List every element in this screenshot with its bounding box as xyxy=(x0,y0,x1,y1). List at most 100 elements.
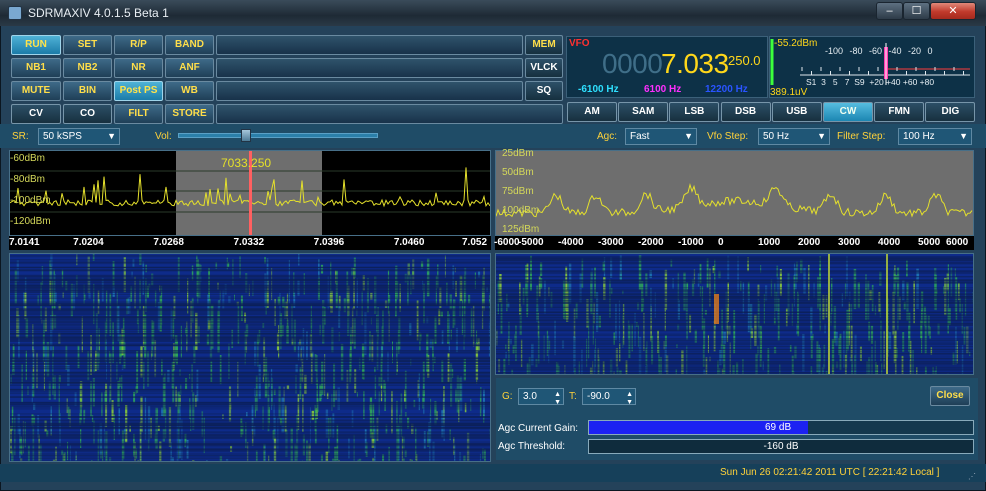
maximize-button[interactable]: ☐ xyxy=(903,2,930,20)
y-tick-label: -60dBm xyxy=(10,153,46,164)
y-tick-label: 50dBm xyxy=(502,167,534,178)
x-tick-label: 3000 xyxy=(838,237,861,248)
waterfall-left[interactable] xyxy=(9,253,491,462)
filter-step-value: 100 Hz xyxy=(903,131,935,142)
filt-button[interactable]: FILT xyxy=(114,104,163,124)
nb1-button[interactable]: NB1 xyxy=(11,58,61,78)
chevron-down-icon: ▼ xyxy=(107,131,116,141)
rp-button[interactable]: R/P xyxy=(114,35,163,55)
postps-button[interactable]: Post PS xyxy=(114,81,163,101)
vlck-button[interactable]: VLCK xyxy=(525,58,563,78)
frequency-hz[interactable]: 250.0 xyxy=(728,53,761,68)
y-tick-label: -100dBm xyxy=(10,195,51,206)
agc-threshold-label: Agc Threshold: xyxy=(498,441,566,452)
frequency-leading-digits: 0000 xyxy=(602,48,663,79)
vfo-label: VFO xyxy=(569,38,590,49)
x-tick-label: 2000 xyxy=(798,237,821,248)
sq-button[interactable]: SQ xyxy=(525,81,563,101)
title-bar[interactable]: SDRMAXIV 4.0.1.5 Beta 1 – ☐ ✕ xyxy=(0,0,986,26)
memory-slot-1[interactable] xyxy=(216,35,523,55)
mem-button[interactable]: MEM xyxy=(525,35,563,55)
agc-g-label: G: xyxy=(502,391,513,402)
app-icon xyxy=(8,6,22,20)
spin-down-icon[interactable]: ▼ xyxy=(554,395,561,410)
marker-frequency-label: 7033.250 xyxy=(221,156,272,170)
agc-label: Agc: xyxy=(597,131,618,142)
mode-button-fmn[interactable]: FMN xyxy=(874,102,925,122)
chevron-down-icon: ▼ xyxy=(959,131,968,141)
agc-close-button[interactable]: Close xyxy=(930,386,970,406)
x-tick-label: 4000 xyxy=(878,237,901,248)
bin-button[interactable]: BIN xyxy=(63,81,112,101)
sample-rate-dropdown[interactable]: 50 kSPS ▼ xyxy=(38,128,120,145)
x-tick-label: -6000 xyxy=(494,237,520,248)
x-tick-label: -5000 xyxy=(518,237,544,248)
memory-slot-3[interactable] xyxy=(216,81,523,101)
y-tick-label: -80dBm xyxy=(10,174,46,185)
wb-button[interactable]: WB xyxy=(165,81,214,101)
volume-slider-thumb[interactable] xyxy=(241,129,251,142)
set-button[interactable]: SET xyxy=(63,35,112,55)
x-tick-label: 7.0268 xyxy=(153,237,184,248)
x-tick-label: 1000 xyxy=(758,237,781,248)
vfo-step-label: Vfo Step: xyxy=(707,131,749,142)
x-tick-label: 5000 xyxy=(918,237,941,248)
x-tick-label: -1000 xyxy=(678,237,704,248)
store-button[interactable]: STORE xyxy=(165,104,214,124)
co-button[interactable]: CO xyxy=(63,104,112,124)
x-tick-label: 7.0396 xyxy=(313,237,345,248)
x-tick-label: 7.0141 xyxy=(9,237,40,248)
chevron-down-icon: ▼ xyxy=(817,131,826,141)
agc-g-spinner[interactable]: 3.0 ▲ ▼ xyxy=(518,388,564,406)
y-tick-label: 25dBm xyxy=(502,148,534,159)
y-tick-label: 75dBm xyxy=(502,186,534,197)
minimize-button[interactable]: – xyxy=(876,2,903,20)
vol-label: Vol: xyxy=(155,131,172,142)
volume-slider[interactable] xyxy=(178,133,378,138)
agc-gain-value: 69 dB xyxy=(765,422,792,433)
x-tick-label: 6000 xyxy=(946,237,969,248)
close-window-button[interactable]: ✕ xyxy=(930,2,976,20)
agc-t-spinner[interactable]: -90.0 ▲ ▼ xyxy=(582,388,636,406)
mode-button-dig[interactable]: DIG xyxy=(925,102,976,122)
agc-g-value: 3.0 xyxy=(523,391,537,402)
mode-button-usb[interactable]: USB xyxy=(771,102,822,122)
cv-button[interactable]: CV xyxy=(11,104,61,124)
panadapter-right[interactable] xyxy=(495,150,974,236)
filter-low-edge: -6100 Hz xyxy=(578,84,619,95)
s-meter-dbm-scale: -100 -80 -60 -40 -20 0 xyxy=(825,46,933,56)
window-title: SDRMAXIV 4.0.1.5 Beta 1 xyxy=(28,6,169,20)
mode-button-am[interactable]: AM xyxy=(567,102,617,122)
resize-grip-icon[interactable]: ⋰ xyxy=(968,472,978,482)
run-button[interactable]: RUN xyxy=(11,35,61,55)
x-tick-label: 7.052 xyxy=(462,237,488,248)
agc-gain-label: Agc Current Gain: xyxy=(498,423,579,434)
anf-button[interactable]: ANF xyxy=(165,58,214,78)
mode-button-lsb[interactable]: LSB xyxy=(669,102,720,122)
signal-microvolts: 389.1uV xyxy=(770,87,808,98)
nr-button[interactable]: NR xyxy=(114,58,163,78)
x-tick-label: -4000 xyxy=(558,237,584,248)
status-datetime: Sun Jun 26 02:21:42 2011 UTC [ 22:21:42 … xyxy=(720,467,940,478)
waterfall-right[interactable] xyxy=(495,253,974,375)
memory-slot-4[interactable] xyxy=(216,104,563,124)
mode-button-dsb[interactable]: DSB xyxy=(720,102,771,122)
mute-button[interactable]: MUTE xyxy=(11,81,61,101)
filter-step-dropdown[interactable]: 100 Hz ▼ xyxy=(898,128,972,145)
chevron-down-icon: ▼ xyxy=(684,131,693,141)
agc-t-label: T: xyxy=(569,391,577,402)
vfo-step-dropdown[interactable]: 50 Hz ▼ xyxy=(758,128,830,145)
agc-threshold-value: -160 dB xyxy=(588,439,974,454)
mode-button-cw[interactable]: CW xyxy=(823,102,873,122)
memory-slot-2[interactable] xyxy=(216,58,523,78)
band-button[interactable]: BAND xyxy=(165,35,214,55)
y-tick-label: -120dBm xyxy=(10,216,51,227)
signal-dbm: -55.2dBm xyxy=(774,38,818,49)
x-tick-label: 7.0460 xyxy=(393,237,425,248)
nb2-button[interactable]: NB2 xyxy=(63,58,112,78)
agc-dropdown[interactable]: Fast ▼ xyxy=(625,128,697,145)
spin-down-icon[interactable]: ▼ xyxy=(626,395,633,410)
x-tick-label: 7.0332 xyxy=(233,237,265,248)
frequency-mhz[interactable]: 7.033 xyxy=(661,48,729,80)
mode-button-sam[interactable]: SAM xyxy=(618,102,669,122)
